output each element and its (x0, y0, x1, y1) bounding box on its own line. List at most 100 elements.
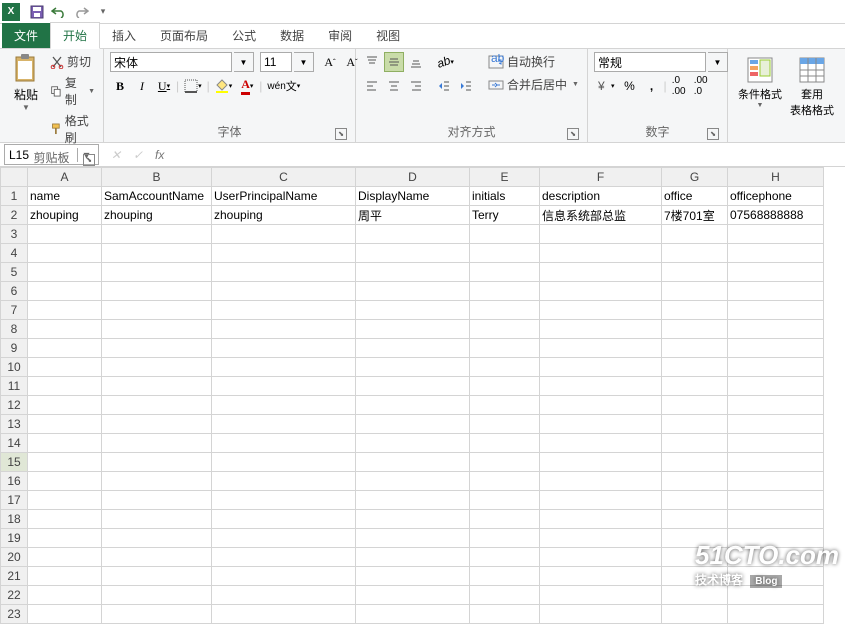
fx-icon[interactable]: fx (149, 148, 170, 162)
align-bottom-button[interactable] (406, 52, 426, 72)
undo-button[interactable] (48, 1, 70, 23)
merge-center-button[interactable]: 合并后居中▼ (486, 75, 581, 94)
cell-A5[interactable] (28, 263, 102, 282)
tab-insert[interactable]: 插入 (100, 23, 148, 48)
cell-G22[interactable] (662, 586, 728, 605)
cell-A14[interactable] (28, 434, 102, 453)
cell-B20[interactable] (102, 548, 212, 567)
cell-G16[interactable] (662, 472, 728, 491)
cell-G1[interactable]: office (662, 187, 728, 206)
cell-A1[interactable]: name (28, 187, 102, 206)
cell-G21[interactable] (662, 567, 728, 586)
cell-D11[interactable] (356, 377, 470, 396)
align-center-button[interactable] (384, 76, 404, 96)
cell-H22[interactable] (728, 586, 824, 605)
cell-C16[interactable] (212, 472, 356, 491)
cell-H17[interactable] (728, 491, 824, 510)
row-header-5[interactable]: 5 (1, 263, 28, 282)
cell-A17[interactable] (28, 491, 102, 510)
font-launcher[interactable]: ⬊ (335, 128, 347, 140)
cell-D10[interactable] (356, 358, 470, 377)
formula-bar[interactable] (170, 145, 845, 165)
row-header-19[interactable]: 19 (1, 529, 28, 548)
cell-E13[interactable] (470, 415, 540, 434)
cell-D9[interactable] (356, 339, 470, 358)
cell-B3[interactable] (102, 225, 212, 244)
select-all-corner[interactable] (1, 168, 28, 187)
cell-H8[interactable] (728, 320, 824, 339)
cell-F7[interactable] (540, 301, 662, 320)
cell-G13[interactable] (662, 415, 728, 434)
cell-A10[interactable] (28, 358, 102, 377)
cell-B12[interactable] (102, 396, 212, 415)
spreadsheet-grid[interactable]: ABCDEFGH1nameSamAccountNameUserPrincipal… (0, 167, 824, 624)
col-header-B[interactable]: B (102, 168, 212, 187)
comma-button[interactable]: , (642, 76, 662, 96)
cell-H11[interactable] (728, 377, 824, 396)
cell-A8[interactable] (28, 320, 102, 339)
cell-G15[interactable] (662, 453, 728, 472)
cell-F18[interactable] (540, 510, 662, 529)
decrease-indent-button[interactable] (434, 76, 454, 96)
cell-C8[interactable] (212, 320, 356, 339)
cell-E8[interactable] (470, 320, 540, 339)
cell-F13[interactable] (540, 415, 662, 434)
cell-C17[interactable] (212, 491, 356, 510)
cell-A18[interactable] (28, 510, 102, 529)
cell-F4[interactable] (540, 244, 662, 263)
cell-H16[interactable] (728, 472, 824, 491)
cell-E21[interactable] (470, 567, 540, 586)
col-header-C[interactable]: C (212, 168, 356, 187)
cell-H3[interactable] (728, 225, 824, 244)
cell-B23[interactable] (102, 605, 212, 624)
cell-B14[interactable] (102, 434, 212, 453)
cell-E4[interactable] (470, 244, 540, 263)
row-header-21[interactable]: 21 (1, 567, 28, 586)
cell-E19[interactable] (470, 529, 540, 548)
cell-A23[interactable] (28, 605, 102, 624)
cell-F12[interactable] (540, 396, 662, 415)
row-header-11[interactable]: 11 (1, 377, 28, 396)
underline-button[interactable]: U▾ (154, 76, 174, 96)
tab-formula[interactable]: 公式 (220, 23, 268, 48)
cell-D21[interactable] (356, 567, 470, 586)
cell-B4[interactable] (102, 244, 212, 263)
cell-C20[interactable] (212, 548, 356, 567)
tab-page-layout[interactable]: 页面布局 (148, 23, 220, 48)
align-left-button[interactable] (362, 76, 382, 96)
copy-button[interactable]: 复制▼ (48, 73, 97, 109)
cell-B15[interactable] (102, 453, 212, 472)
cell-H9[interactable] (728, 339, 824, 358)
cell-E20[interactable] (470, 548, 540, 567)
col-header-D[interactable]: D (356, 168, 470, 187)
fill-color-button[interactable]: ▾ (212, 76, 236, 96)
number-format-dropdown[interactable]: ▼ (708, 52, 728, 72)
row-header-14[interactable]: 14 (1, 434, 28, 453)
cell-H14[interactable] (728, 434, 824, 453)
row-header-10[interactable]: 10 (1, 358, 28, 377)
cell-E9[interactable] (470, 339, 540, 358)
cell-G18[interactable] (662, 510, 728, 529)
decrease-decimal-button[interactable]: .00.0 (691, 76, 711, 96)
cell-F6[interactable] (540, 282, 662, 301)
cell-B13[interactable] (102, 415, 212, 434)
cell-A11[interactable] (28, 377, 102, 396)
col-header-A[interactable]: A (28, 168, 102, 187)
cell-C6[interactable] (212, 282, 356, 301)
cell-F21[interactable] (540, 567, 662, 586)
cell-F10[interactable] (540, 358, 662, 377)
font-name-dropdown[interactable]: ▼ (234, 52, 254, 72)
row-header-15[interactable]: 15 (1, 453, 28, 472)
paste-button[interactable]: 粘贴 ▼ (6, 52, 46, 114)
cell-B7[interactable] (102, 301, 212, 320)
tab-data[interactable]: 数据 (268, 23, 316, 48)
cell-H2[interactable]: 07568888888 (728, 206, 824, 225)
border-button[interactable]: ▾ (181, 76, 205, 96)
cell-B11[interactable] (102, 377, 212, 396)
row-header-4[interactable]: 4 (1, 244, 28, 263)
cell-D12[interactable] (356, 396, 470, 415)
increase-decimal-button[interactable]: .0.00 (669, 76, 689, 96)
cell-F9[interactable] (540, 339, 662, 358)
cell-H10[interactable] (728, 358, 824, 377)
cell-B16[interactable] (102, 472, 212, 491)
